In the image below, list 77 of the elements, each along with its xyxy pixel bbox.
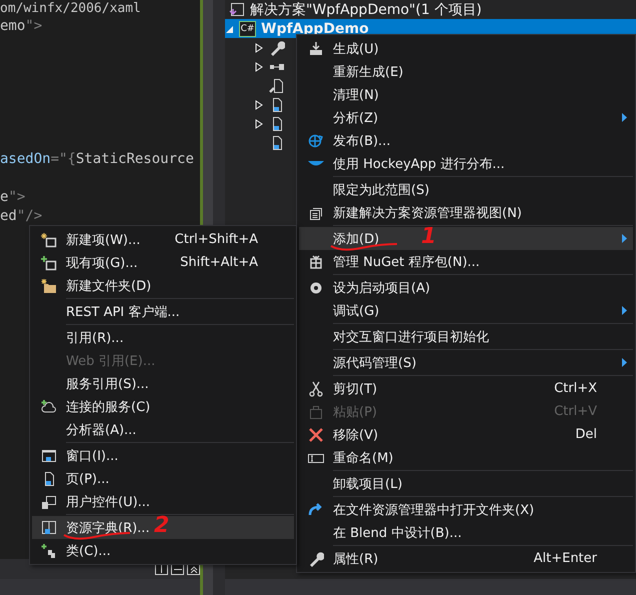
menu-item[interactable]: 管理 NuGet 程序包(N)... [299, 250, 633, 273]
menu-item[interactable]: 新建解决方案资源管理器视图(N) [299, 201, 633, 224]
code-line: om/winfx/2006/xaml [0, 0, 142, 17]
shortcut-label: Del [575, 427, 598, 442]
existing-item-icon [41, 254, 57, 270]
build-icon [308, 40, 324, 56]
csharp-project-icon: C# [239, 20, 256, 36]
clipboard-icon [308, 404, 324, 420]
menu-item[interactable]: 移除(V) Del [299, 423, 633, 446]
menu-item[interactable]: 连接的服务(C) [32, 395, 294, 418]
window-icon [41, 448, 57, 464]
menu-item[interactable]: 属性(R) Alt+Enter [299, 547, 633, 570]
folder-icon [41, 278, 57, 294]
menu-item[interactable]: 剪切(T) Ctrl+X [299, 377, 633, 400]
menu-item[interactable]: 用户控件(U)... [32, 490, 294, 513]
globe-icon [308, 132, 324, 148]
code-line: ed"/> [0, 207, 44, 226]
shortcut-label: Ctrl+Shift+A [174, 232, 259, 247]
menu-item[interactable]: 添加(D) 1 [299, 227, 633, 250]
shortcut-label: Shift+Alt+A [180, 255, 259, 270]
menu-item[interactable]: 生成(U) [299, 37, 633, 60]
menu-item[interactable]: 调试(G) [299, 299, 633, 322]
wrench-icon [308, 550, 324, 566]
menu-item[interactable]: 清理(N) [299, 83, 633, 106]
package-icon [308, 254, 324, 270]
submenu-arrow-icon [622, 234, 626, 243]
menu-item[interactable]: 在文件资源管理器中打开文件夹(X) [299, 498, 633, 521]
handwritten-number: 2 [154, 514, 170, 538]
gear-icon [308, 280, 324, 296]
menu-item[interactable]: 源代码管理(S) [299, 351, 633, 374]
menu-item[interactable]: 现有项(G)... Shift+Alt+A [32, 251, 294, 274]
menu-item[interactable]: 设为启动项目(A) [299, 276, 633, 299]
menu-item[interactable]: 新建文件夹(D) [32, 274, 294, 297]
cloud-icon [41, 398, 57, 414]
shortcut-label: Alt+Enter [534, 551, 598, 566]
handwritten-number: 1 [421, 225, 436, 249]
code-line: asedOn="{StaticResource [0, 150, 195, 169]
solution-icon [229, 2, 245, 18]
dish-icon [308, 161, 324, 166]
shortcut-label: Ctrl+X [554, 381, 598, 396]
menu-item[interactable]: 使用 HockeyApp 进行分布... [299, 152, 633, 175]
curved-arrow-icon [308, 502, 324, 518]
menu-item[interactable]: 卸载项目(L) [299, 472, 633, 495]
class-icon [41, 542, 57, 558]
menu-item[interactable]: 重命名(M) [299, 446, 633, 469]
config-file-icon [269, 78, 285, 94]
split-icon [158, 565, 165, 573]
collapse-arrow-icon[interactable] [225, 24, 234, 34]
menu-item[interactable]: 发布(B)... [299, 129, 633, 152]
code-line: emo"> [0, 17, 44, 36]
dictionary-icon [41, 520, 57, 536]
menu-item[interactable]: 窗口(I)... [32, 444, 294, 467]
menu-item[interactable]: 类(C)... [32, 539, 294, 562]
submenu-arrow-icon [622, 358, 626, 367]
tree-item[interactable]: 解决方案"WpfAppDemo"(1 个项目) [250, 0, 482, 18]
menu-item[interactable]: 页(P)... [32, 467, 294, 490]
menu-item[interactable]: 重新生成(E) [299, 60, 633, 83]
menu-item[interactable]: 限定为此范围(S) [299, 178, 633, 201]
menu-item[interactable]: 分析(Z) [299, 106, 633, 129]
submenu-arrow-icon [622, 113, 626, 122]
shortcut-label: Ctrl+V [554, 404, 598, 419]
close-icon [308, 426, 324, 442]
menu-item[interactable]: 服务引用(S)... [32, 372, 294, 395]
menu-item[interactable]: 新建项(W)... Ctrl+Shift+A [32, 228, 294, 251]
menu-item[interactable]: 引用(R)... [32, 326, 294, 349]
wrench-icon [269, 40, 285, 56]
scissors-icon [308, 380, 324, 396]
new-item-icon [41, 232, 57, 248]
user-control-icon [41, 494, 57, 510]
menu-item[interactable]: 资源字典(R)... 2 [32, 516, 294, 539]
chevron-up-icon [190, 565, 198, 573]
menu-item[interactable]: 对交互窗口进行项目初始化 [299, 325, 633, 348]
code-line: e"> [0, 188, 26, 207]
menu-item[interactable]: 分析器(A)... [32, 418, 294, 441]
submenu-arrow-icon [622, 306, 626, 315]
menu-item[interactable]: REST API 客户端... [32, 300, 294, 323]
menu-item[interactable]: 在 Blend 中设计(B)... [299, 521, 633, 544]
